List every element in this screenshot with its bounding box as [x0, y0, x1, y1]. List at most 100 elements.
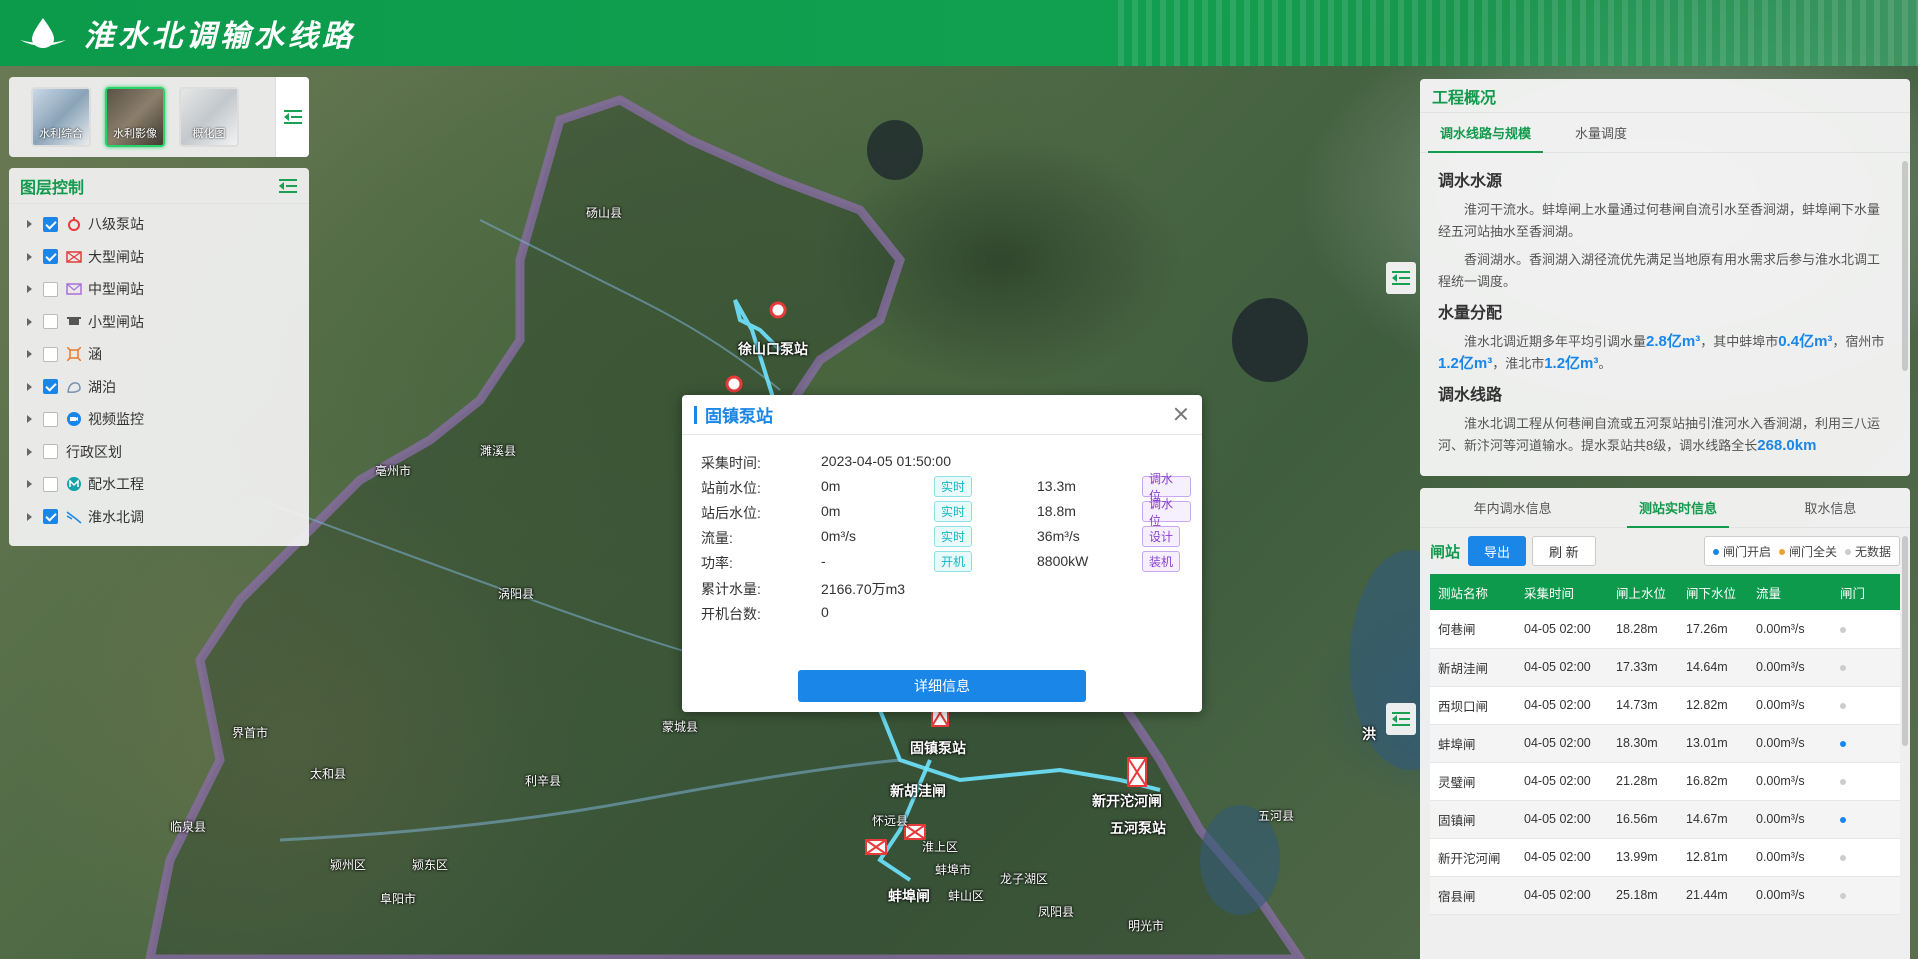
basemap-schematic[interactable]: 概化图: [179, 87, 239, 147]
refresh-button[interactable]: 刷 新: [1532, 536, 1596, 566]
expand-arrow-icon[interactable]: [27, 480, 32, 489]
flow-cell: 0.00m³/s: [1748, 724, 1832, 763]
layer-item-video[interactable]: 视频监控: [9, 403, 309, 436]
map-label: 五河县: [1258, 809, 1295, 823]
expand-arrow-icon[interactable]: [27, 317, 32, 326]
popup-field-value: 18.8m: [1037, 503, 1076, 519]
tab-route-scale[interactable]: 调水线路与规模: [1428, 113, 1544, 153]
layer-checkbox[interactable]: [43, 509, 58, 525]
downstream-level-cell: 14.64m: [1678, 648, 1748, 687]
close-icon[interactable]: [1172, 405, 1190, 423]
layer-checkbox[interactable]: [43, 476, 58, 492]
station-name-cell: 新胡洼闸: [1430, 648, 1516, 687]
expand-arrow-icon[interactable]: [27, 220, 32, 229]
layer-item-small-gate[interactable]: 小型闸站: [9, 306, 309, 339]
legend-item: 闸门全关: [1778, 543, 1837, 560]
collapse-menu-icon[interactable]: [279, 178, 297, 193]
overview-scrollbar[interactable]: [1902, 161, 1908, 371]
overview-collapse-button[interactable]: [1386, 262, 1416, 294]
realtime-scrollbar[interactable]: [1902, 536, 1908, 746]
layer-checkbox[interactable]: [43, 379, 58, 395]
popup-title: 固镇泵站: [705, 407, 773, 426]
expand-arrow-icon[interactable]: [27, 415, 32, 424]
popup-field-label: 站后水位:: [701, 505, 761, 521]
layer-checkbox[interactable]: [43, 281, 58, 297]
layer-label: 涵: [88, 346, 102, 363]
table-row[interactable]: 西坝口闸 04-05 02:00 14.73m 12.82m 0.00m³/s: [1430, 686, 1900, 725]
basemap-water-imagery[interactable]: 水利影像: [105, 87, 165, 147]
flow-cell: 0.00m³/s: [1748, 762, 1832, 801]
project-overview-panel: 工程概况 调水线路与规模 水量调度 调水水源 淮河干流水。蚌埠闸上水量通过何巷闸…: [1420, 79, 1910, 476]
basemap-collapse-button[interactable]: [275, 77, 309, 157]
layer-item-culvert[interactable]: 涵: [9, 338, 309, 371]
layer-checkbox[interactable]: [43, 444, 58, 460]
video-camera-icon: [66, 411, 82, 427]
expand-arrow-icon[interactable]: [27, 447, 32, 456]
expand-arrow-icon[interactable]: [27, 382, 32, 391]
gate-status-cell: [1832, 610, 1900, 649]
gate-status-cell: [1832, 724, 1900, 763]
overview-title: 工程概况: [1420, 79, 1910, 113]
layer-panel-title: 图层控制: [20, 179, 85, 197]
column-header[interactable]: 闸门: [1832, 574, 1900, 610]
map-label: 洪: [1362, 726, 1376, 742]
layer-checkbox[interactable]: [43, 216, 58, 232]
tab-water-intake[interactable]: 取水信息: [1792, 488, 1868, 527]
expand-arrow-icon[interactable]: [27, 252, 32, 261]
expand-arrow-icon[interactable]: [27, 350, 32, 359]
popup-field-value: 36m³/s: [1037, 528, 1080, 544]
overview-tabs: 调水线路与规模 水量调度: [1420, 113, 1910, 153]
table-row[interactable]: 何巷闸 04-05 02:00 18.28m 17.26m 0.00m³/s: [1430, 610, 1900, 649]
layer-item-medium-gate[interactable]: 中型闸站: [9, 273, 309, 306]
layer-checkbox[interactable]: [43, 249, 58, 265]
layer-item-diversion-line[interactable]: 淮水北调: [9, 501, 309, 534]
layer-item-large-gate[interactable]: 大型闸站: [9, 241, 309, 274]
table-row[interactable]: 新胡洼闸 04-05 02:00 17.33m 14.64m 0.00m³/s: [1430, 648, 1900, 687]
station-name-cell: 宿县闸: [1430, 876, 1516, 915]
basemap-label: 水利综合: [39, 128, 83, 140]
column-header[interactable]: 采集时间: [1516, 574, 1608, 610]
popup-info-row: 站后水位: 0m 实时 18.8m 调水位: [701, 497, 1191, 528]
realtime-tabs: 年内调水信息 测站实时信息 取水信息: [1420, 488, 1910, 528]
export-button[interactable]: 导出: [1468, 536, 1527, 566]
map-label: 濉溪县: [480, 444, 517, 458]
collapse-menu-icon: [283, 110, 302, 124]
water-drop-logo-icon: [20, 18, 66, 48]
station-type-label: 闸站: [1430, 543, 1461, 561]
tab-station-realtime[interactable]: 测站实时信息: [1626, 488, 1730, 528]
layer-item-pump-station[interactable]: 八级泵站: [9, 208, 309, 241]
downstream-level-cell: 12.81m: [1678, 838, 1748, 877]
layer-checkbox[interactable]: [43, 411, 58, 427]
lake: [1232, 298, 1308, 382]
diversion-line-icon: [66, 509, 82, 525]
downstream-level-cell: 13.01m: [1678, 724, 1748, 763]
column-header[interactable]: 流量: [1748, 574, 1832, 610]
station-name-cell: 西坝口闸: [1430, 686, 1516, 725]
tab-annual-diversion[interactable]: 年内调水信息: [1462, 488, 1564, 527]
detail-info-button[interactable]: 详细信息: [798, 670, 1086, 702]
table-row[interactable]: 固镇闸 04-05 02:00 16.56m 14.67m 0.00m³/s: [1430, 800, 1900, 839]
column-header[interactable]: 测站名称: [1430, 574, 1516, 610]
layer-item-admin-division[interactable]: 行政区划: [9, 436, 309, 469]
table-row[interactable]: 蚌埠闸 04-05 02:00 18.30m 13.01m 0.00m³/s: [1430, 724, 1900, 763]
table-row[interactable]: 新开沱河闸 04-05 02:00 13.99m 12.81m 0.00m³/s: [1430, 838, 1900, 877]
layer-checkbox[interactable]: [43, 346, 58, 362]
realtime-collapse-button[interactable]: [1386, 703, 1416, 735]
column-header[interactable]: 闸下水位: [1678, 574, 1748, 610]
layer-item-lake[interactable]: 湖泊: [9, 371, 309, 404]
gate-status-cell: [1832, 800, 1900, 839]
layer-item-water-distribution[interactable]: 配水工程: [9, 468, 309, 501]
overview-content[interactable]: 调水水源 淮河干流水。蚌埠闸上水量通过何巷闸自流引水至香涧湖，蚌埠闸下水量经五河…: [1420, 153, 1910, 476]
collapse-menu-icon: [1392, 271, 1410, 285]
basemap-water-composite[interactable]: 水利综合: [31, 87, 91, 147]
expand-arrow-icon[interactable]: [27, 512, 32, 521]
expand-arrow-icon[interactable]: [27, 285, 32, 294]
tab-water-dispatch[interactable]: 水量调度: [1563, 113, 1639, 152]
column-header[interactable]: 闸上水位: [1608, 574, 1678, 610]
gate-status-cell: [1832, 686, 1900, 725]
time-cell: 04-05 02:00: [1516, 610, 1608, 649]
layer-checkbox[interactable]: [43, 314, 58, 330]
table-row[interactable]: 灵璧闸 04-05 02:00 21.28m 16.82m 0.00m³/s: [1430, 762, 1900, 801]
gate-status-cell: [1832, 648, 1900, 687]
table-row[interactable]: 宿县闸 04-05 02:00 25.18m 21.44m 0.00m³/s: [1430, 876, 1900, 915]
